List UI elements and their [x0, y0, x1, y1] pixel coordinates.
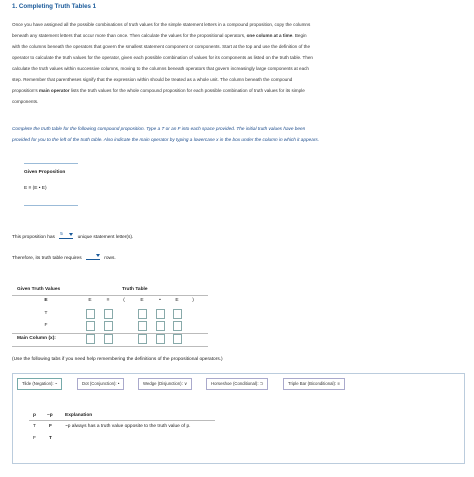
intro-line: beneath any statement letters that occur…: [12, 33, 307, 38]
main-column-label: Main Column (x):: [17, 336, 56, 341]
table-rule: [12, 346, 208, 347]
main-column-input[interactable]: [138, 334, 147, 344]
intro-line: with the columns beneath the operators t…: [12, 44, 311, 49]
given-value-cell: F: [44, 323, 48, 328]
intro-line: Once you have assigned all the possible …: [12, 22, 311, 27]
main-column-input[interactable]: [104, 334, 113, 344]
intro-line: components.: [12, 99, 39, 104]
main-column-input[interactable]: [86, 334, 95, 344]
truth-value-input[interactable]: [156, 321, 165, 331]
intro-line: step. Remember that parentheses signify …: [12, 77, 293, 82]
symbol-header: •: [159, 298, 161, 303]
intro-line: proposition's main operator lists the tr…: [12, 88, 305, 93]
def-cell: T: [49, 436, 52, 441]
given-proposition-expression: E ≡ (E • E): [24, 186, 47, 191]
symbol-header: E: [88, 298, 92, 303]
divider: [24, 205, 78, 206]
operator-definitions-panel: Tilde (Negation): ~ Dot (Conjunction): •…: [12, 373, 465, 464]
rows-question: Therefore, its truth table requires rows…: [12, 253, 116, 261]
def-header-not-p: ~p: [47, 413, 53, 418]
divider: [24, 163, 78, 164]
truth-value-input[interactable]: [138, 309, 147, 319]
table-rule: [12, 295, 208, 296]
rows-count-dropdown[interactable]: [85, 253, 100, 260]
intro-line: operator to calculate the truth values f…: [12, 55, 313, 60]
letters-question: This proposition has 5 unique statement …: [12, 231, 134, 240]
tab-horseshoe[interactable]: Horseshoe (Conditional): ⊃: [206, 378, 269, 390]
symbol-header: ≡: [106, 298, 110, 303]
truth-value-input[interactable]: [173, 321, 182, 331]
tab-tilde[interactable]: Tilde (Negation): ~: [17, 378, 63, 390]
given-truth-values-header: Given Truth Values: [17, 287, 61, 292]
given-proposition-label: Given Proposition: [24, 170, 66, 175]
truth-value-input[interactable]: [86, 321, 95, 331]
intro-paragraph: Once you have assigned all the possible …: [12, 19, 462, 107]
def-cell: F: [49, 424, 52, 429]
truth-value-input[interactable]: [104, 309, 113, 319]
def-explanation-text: ~p always has a truth value opposite to …: [65, 424, 191, 429]
instructions-line: Complete the truth table for the followi…: [12, 126, 306, 131]
def-rule: [29, 420, 215, 421]
chevron-down-icon: [95, 254, 100, 257]
truth-table-header: Truth Table: [122, 287, 148, 292]
symbol-header: (: [123, 298, 125, 303]
chevron-down-icon: [69, 233, 74, 236]
truth-value-input[interactable]: [138, 321, 147, 331]
main-column-input[interactable]: [156, 334, 165, 344]
symbol-header: E: [140, 298, 144, 303]
tabs-hint: (Use the following tabs if you need help…: [12, 357, 223, 362]
truth-value-input[interactable]: [173, 309, 182, 319]
truth-value-input[interactable]: [86, 309, 95, 319]
tab-triple-bar[interactable]: Triple Bar (Biconditional): ≡: [283, 378, 345, 390]
def-cell: T: [33, 424, 36, 429]
symbol-header: ): [192, 298, 194, 303]
def-header-p: p: [33, 413, 36, 418]
question-title: 1. Completing Truth Tables 1: [12, 3, 97, 10]
instructions: Complete the truth table for the followi…: [12, 123, 462, 145]
instructions-line: provided for you to the left of the trut…: [12, 137, 320, 142]
given-value-cell: T: [44, 311, 48, 316]
given-col-header: E: [44, 298, 48, 303]
truth-value-input[interactable]: [104, 321, 113, 331]
tab-dot[interactable]: Dot (Conjunction): •: [77, 378, 125, 390]
main-column-input[interactable]: [173, 334, 182, 344]
def-header-explanation: Explanation: [65, 413, 93, 418]
symbol-header: E: [175, 298, 179, 303]
def-cell: F: [33, 436, 36, 441]
truth-value-input[interactable]: [156, 309, 165, 319]
intro-line: calculate the truth values within succes…: [12, 66, 309, 71]
letters-count-dropdown[interactable]: 5: [59, 231, 74, 239]
tab-wedge[interactable]: Wedge (Disjunction): ∨: [138, 378, 193, 390]
